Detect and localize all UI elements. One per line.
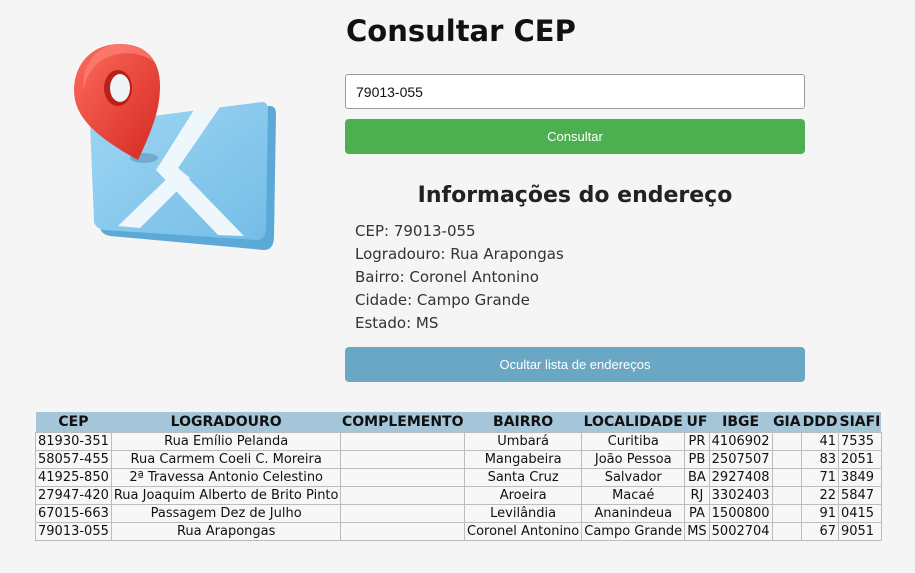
address-table: CEP LOGRADOURO COMPLEMENTO BAIRRO LOCALI… [35, 412, 882, 541]
cell-bairro: Coronel Antonino [463, 522, 583, 541]
table-row: 27947-420 Rua Joaquim Alberto de Brito P… [35, 486, 882, 505]
cell-ibge: 5002704 [708, 522, 773, 541]
cell-ibge: 2927408 [708, 468, 773, 487]
cell-logradouro: Rua Arapongas [110, 522, 342, 541]
cell-ddd: 67 [801, 522, 839, 541]
cell-cep: 27947-420 [35, 486, 112, 505]
info-estado: Estado: MS [355, 314, 439, 332]
cell-uf: PR [684, 432, 710, 451]
cell-siafi: 5847 [837, 486, 882, 505]
cell-gia [771, 522, 803, 541]
table-header-row: CEP LOGRADOURO COMPLEMENTO BAIRRO LOCALI… [35, 412, 882, 433]
cell-uf: PA [684, 504, 710, 523]
map-pin-illustration [74, 44, 276, 250]
cell-bairro: Umbará [463, 432, 583, 451]
cell-localidade: Ananindeua [581, 504, 686, 523]
cell-siafi: 7535 [837, 432, 882, 451]
cell-ddd: 91 [801, 504, 839, 523]
cell-complemento [340, 486, 465, 505]
cell-uf: BA [684, 468, 710, 487]
cell-logradouro: 2ª Travessa Antonio Celestino [110, 468, 342, 487]
cell-gia [771, 432, 803, 451]
cell-bairro: Mangabeira [463, 450, 583, 469]
cell-localidade: Salvador [581, 468, 686, 487]
cell-siafi: 2051 [837, 450, 882, 469]
cell-ibge: 1500800 [708, 504, 773, 523]
cell-cep: 67015-663 [35, 504, 112, 523]
table-row: 67015-663 Passagem Dez de Julho Levilând… [35, 504, 882, 523]
cell-logradouro: Rua Joaquim Alberto de Brito Pinto [110, 486, 342, 505]
cell-ddd: 83 [801, 450, 839, 469]
table-row: 58057-455 Rua Carmem Coeli C. Moreira Ma… [35, 450, 882, 469]
info-cep: CEP: 79013-055 [355, 222, 476, 240]
cell-localidade: Campo Grande [581, 522, 686, 541]
info-cidade: Cidade: Campo Grande [355, 291, 530, 309]
cell-complemento [340, 450, 465, 469]
cell-bairro: Levilândia [463, 504, 583, 523]
cell-ibge: 2507507 [708, 450, 773, 469]
cell-complemento [340, 504, 465, 523]
cell-gia [771, 486, 803, 505]
cell-siafi: 0415 [837, 504, 882, 523]
page-title: Consultar CEP [346, 14, 576, 48]
cell-logradouro: Rua Carmem Coeli C. Moreira [110, 450, 342, 469]
cell-cep: 79013-055 [35, 522, 112, 541]
cell-uf: PB [684, 450, 710, 469]
col-bairro: BAIRRO [464, 412, 582, 433]
cell-bairro: Aroeira [463, 486, 583, 505]
cell-cep: 81930-351 [35, 432, 112, 451]
table-row: 79013-055 Rua Arapongas Coronel Antonino… [35, 522, 882, 541]
col-gia: GIA [772, 412, 802, 433]
col-ibge: IBGE [709, 412, 773, 433]
cell-cep: 41925-850 [35, 468, 112, 487]
col-localidade: LOCALIDADE [581, 412, 685, 433]
table-row: 41925-850 2ª Travessa Antonio Celestino … [35, 468, 882, 487]
info-logradouro: Logradouro: Rua Arapongas [355, 245, 564, 263]
col-siafi: SIAFI [838, 412, 882, 433]
cell-siafi: 9051 [837, 522, 882, 541]
cell-ddd: 71 [801, 468, 839, 487]
cep-input[interactable] [345, 74, 805, 109]
col-uf: UF [684, 412, 710, 433]
cell-gia [771, 468, 803, 487]
cell-gia [771, 504, 803, 523]
address-info: CEP: 79013-055 Logradouro: Rua Arapongas… [355, 221, 564, 336]
cell-complemento [340, 468, 465, 487]
col-logradouro: LOGRADOURO [111, 412, 341, 433]
cell-uf: RJ [684, 486, 710, 505]
table-row: 81930-351 Rua Emílio Pelanda Umbará Curi… [35, 432, 882, 451]
cell-ddd: 41 [801, 432, 839, 451]
cell-cep: 58057-455 [35, 450, 112, 469]
col-ddd: DDD [801, 412, 839, 433]
cell-gia [771, 450, 803, 469]
cell-logradouro: Rua Emílio Pelanda [110, 432, 342, 451]
col-cep: CEP [35, 412, 112, 433]
consult-button[interactable]: Consultar [345, 119, 805, 154]
info-bairro: Bairro: Coronel Antonino [355, 268, 539, 286]
cell-uf: MS [684, 522, 710, 541]
cell-localidade: João Pessoa [581, 450, 686, 469]
cell-localidade: Curitiba [581, 432, 686, 451]
cell-ibge: 3302403 [708, 486, 773, 505]
cell-localidade: Macaé [581, 486, 686, 505]
col-complemento: COMPLEMENTO [340, 412, 465, 433]
cell-complemento [340, 522, 465, 541]
cell-logradouro: Passagem Dez de Julho [110, 504, 342, 523]
info-heading: Informações do endereço [417, 183, 733, 208]
cell-bairro: Santa Cruz [463, 468, 583, 487]
cell-complemento [340, 432, 465, 451]
cell-ibge: 4106902 [708, 432, 773, 451]
cell-siafi: 3849 [837, 468, 882, 487]
cell-ddd: 22 [801, 486, 839, 505]
hide-address-list-button[interactable]: Ocultar lista de endereços [345, 347, 805, 382]
